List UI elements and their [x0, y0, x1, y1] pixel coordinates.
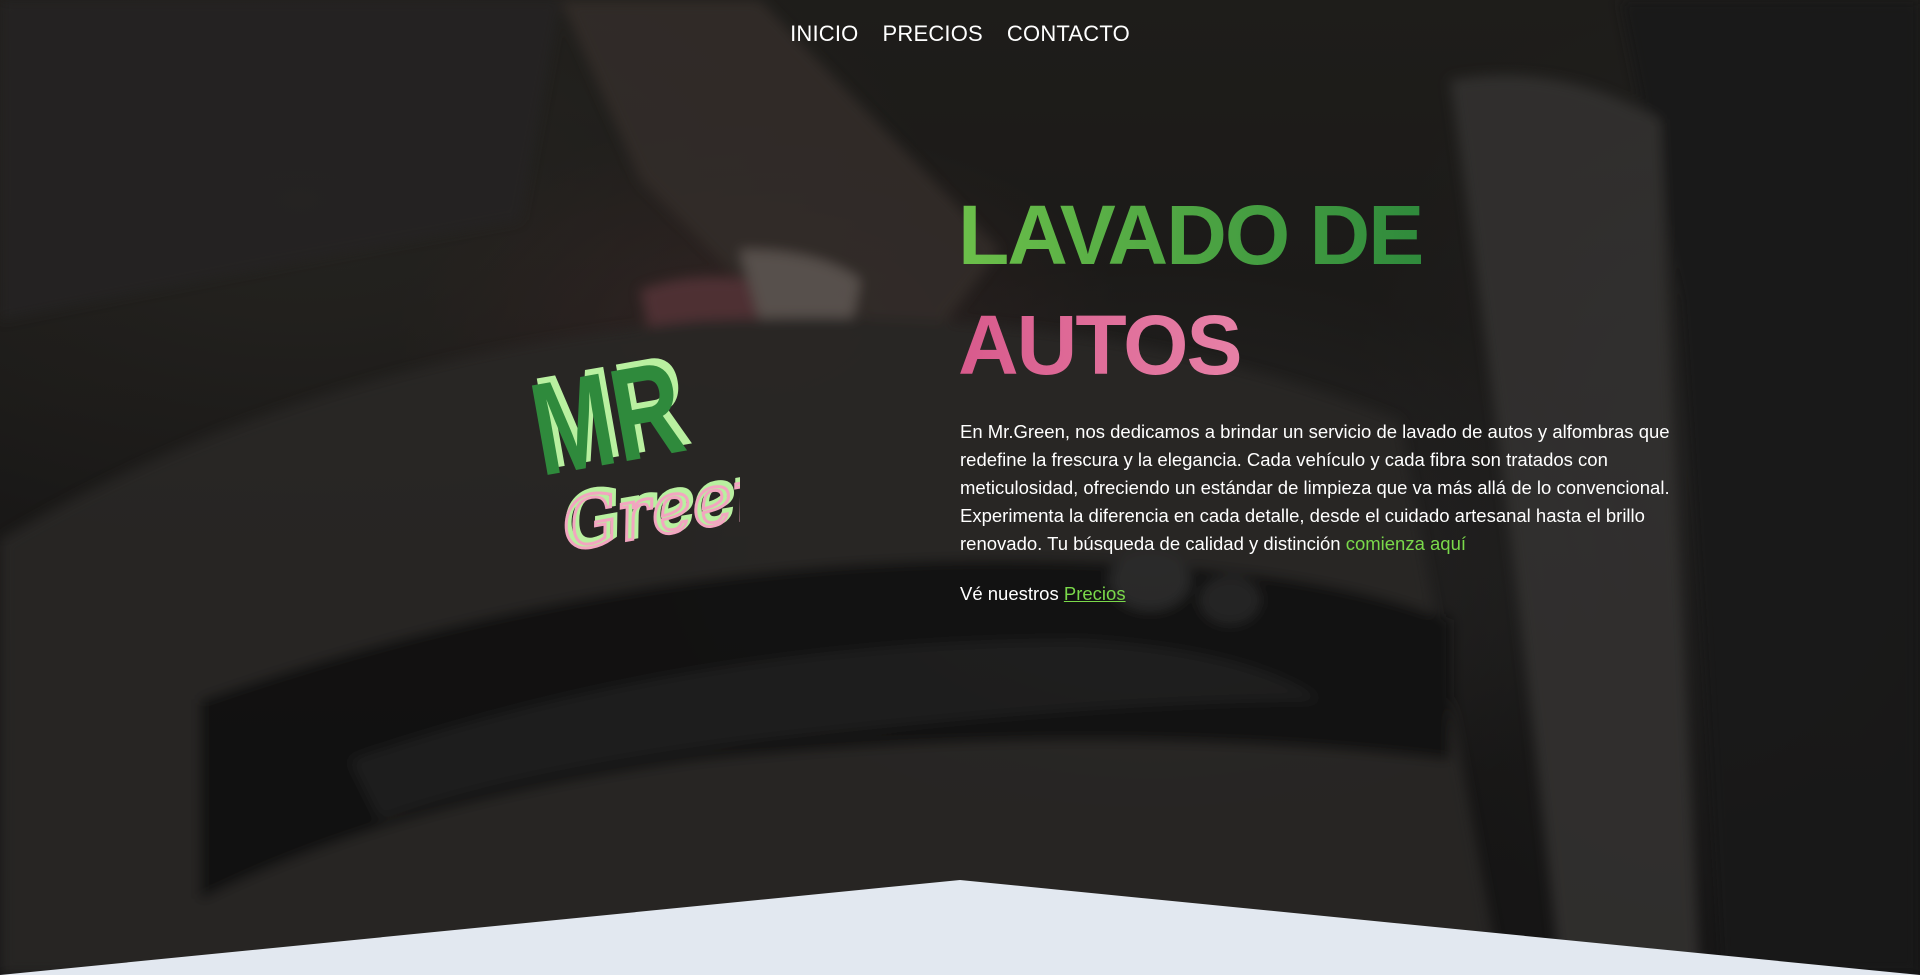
prices-link[interactable]: Precios: [1064, 583, 1126, 604]
nav-item-inicio[interactable]: INICIO: [790, 21, 858, 47]
main-nav: INICIO PRECIOS CONTACTO: [0, 0, 1920, 68]
bottom-section-divider: [0, 880, 1920, 975]
hero-title: LAVADO DE AUTOS: [958, 180, 1424, 400]
hero-section: INICIO PRECIOS CONTACTO MR MR Green Gree…: [0, 0, 1920, 975]
hero-description: En Mr.Green, nos dedicamos a brindar un …: [960, 418, 1680, 558]
nav-item-precios[interactable]: PRECIOS: [883, 21, 983, 47]
mr-green-logo: MR MR Green Green: [521, 330, 740, 569]
hero-description-text: En Mr.Green, nos dedicamos a brindar un …: [960, 421, 1670, 554]
nav-item-contacto[interactable]: CONTACTO: [1007, 21, 1130, 47]
hero-title-line2: AUTOS: [958, 290, 1422, 400]
hero-title-line1: LAVADO DE: [958, 180, 1424, 290]
cta-prefix: Vé nuestros: [960, 583, 1059, 604]
prices-cta: Vé nuestros Precios: [960, 580, 1126, 608]
hero-description-accent: comienza aquí: [1345, 533, 1467, 554]
